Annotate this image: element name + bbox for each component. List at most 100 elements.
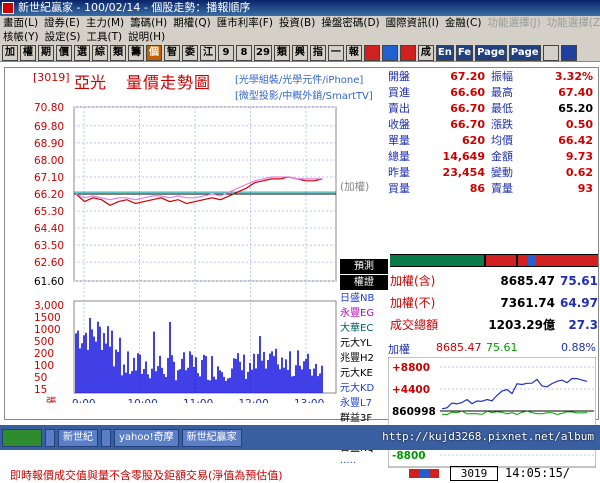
toolbar-button-10[interactable]: 委: [182, 45, 198, 61]
menu-item-10[interactable]: 功能選擇(J): [484, 16, 543, 30]
taskbar-item-4[interactable]: yahoo!奇摩: [114, 428, 179, 447]
menu-item-5[interactable]: 匯市利率(F): [214, 16, 276, 30]
volume-tick-label: 50: [34, 372, 47, 384]
volume-tick-label: 1500: [34, 312, 61, 324]
toolbar-button-19[interactable]: 報: [345, 45, 362, 61]
taskbar-item-2[interactable]: 新世紀: [58, 428, 98, 447]
toolbar-button-7[interactable]: 籌: [128, 45, 144, 61]
broker-item-4[interactable]: 大華EC: [340, 321, 388, 336]
weighted-label: 加權(不): [390, 296, 436, 310]
toolbar-button-9[interactable]: 智: [164, 45, 180, 61]
menu-item-r2-3[interactable]: 說明(H): [125, 30, 168, 44]
toolbar-button-8[interactable]: 個: [146, 45, 162, 61]
toolbar-button-27[interactable]: Page: [508, 45, 541, 61]
taskbar-item-0[interactable]: [2, 428, 42, 447]
quote-label: 賣出: [388, 102, 410, 115]
taskbar-item-3[interactable]: [101, 428, 111, 447]
toolbar-button-20[interactable]: [363, 45, 380, 61]
broker-item-2[interactable]: 日盛NB: [340, 291, 388, 306]
quote-value-2: 0.50: [565, 118, 593, 131]
toolbar-button-4[interactable]: 選: [74, 45, 90, 61]
broker-item-9[interactable]: 永豐L7: [340, 396, 388, 411]
menu-item-6[interactable]: 投資(B): [276, 16, 318, 30]
stock-code-input[interactable]: 3019: [450, 466, 498, 481]
toolbar-button-14[interactable]: 29: [254, 45, 272, 61]
time-tick-label: 10:00: [128, 398, 158, 403]
menu-item-4[interactable]: 期權(Q): [170, 16, 213, 30]
toolbar-button-22[interactable]: [399, 45, 416, 61]
mini-tick-label: -8800: [392, 450, 426, 462]
mini-tick-label: +4400: [392, 384, 430, 396]
menu-item-8[interactable]: 國際資訊(I): [383, 16, 442, 30]
quote-value: 66.60: [450, 86, 485, 99]
toolbar-button-15[interactable]: 類: [273, 45, 290, 61]
price-tick-label: 64.40: [34, 223, 64, 235]
toolbar-button-3[interactable]: 價: [56, 45, 72, 61]
menu-item-11[interactable]: 功能選擇(Z): [544, 16, 600, 30]
taskbar-item-1[interactable]: [45, 428, 55, 447]
toolbar-button-6[interactable]: 類: [110, 45, 126, 61]
weighted-row-1: 加權(不) 7361.74 64.97: [390, 292, 598, 314]
mini-change: 75.61: [486, 341, 518, 354]
mini-tick-label: +8800: [392, 362, 430, 374]
toolbar-button-0[interactable]: 加: [2, 45, 18, 61]
quote-label: 開盤: [388, 70, 410, 83]
menu-item-3[interactable]: 籌碼(H): [127, 16, 170, 30]
quote-panel: 開盤 67.20 振幅 3.32% 買進 66.60 最高 67.40 賣出 66.70 最低 65.…: [388, 69, 596, 197]
price-tick-label: 70.80: [34, 102, 64, 114]
price-tick-label: 69.80: [34, 121, 64, 133]
weighted-index-mini-chart[interactable]: 加權 8685.47 75.61 0.88% +8800 +4400 860998 -…: [388, 341, 596, 481]
quote-value-2: 9.73: [565, 150, 593, 163]
toolbar-button-23[interactable]: 成: [417, 45, 434, 61]
weighted-change: 75.61: [560, 274, 598, 288]
menu-item-9[interactable]: 金融(C): [442, 16, 485, 30]
toolbar-button-13[interactable]: 8: [236, 45, 252, 61]
broker-item-3[interactable]: 永豐EG: [340, 306, 388, 321]
menu-item-0[interactable]: 畫面(L): [0, 16, 41, 30]
toolbar-button-18[interactable]: 一: [327, 45, 344, 61]
broker-item-10[interactable]: 群益3F: [340, 411, 388, 426]
toolbar-button-16[interactable]: 興: [291, 45, 308, 61]
watermark: http://kujd3268.pixnet.net/album: [382, 430, 594, 443]
toolbar-button-26[interactable]: Page: [475, 45, 507, 61]
menu-item-7[interactable]: 操盤密碼(D): [318, 16, 382, 30]
toolbar-button-2[interactable]: 期: [38, 45, 54, 61]
quote-value-2: 65.20: [558, 102, 593, 115]
menu-item-r2-1[interactable]: 設定(S): [42, 30, 84, 44]
broker-item-0[interactable]: 預測: [340, 259, 388, 274]
broker-item-6[interactable]: 兆豐H2: [340, 351, 388, 366]
volume-tick-label: 500: [34, 336, 54, 348]
menu-item-r2-0[interactable]: 核帳(Y): [0, 30, 42, 44]
menu-item-1[interactable]: 證券(E): [41, 16, 83, 30]
volume-tick-label: 3,000: [34, 300, 64, 312]
toolbar-button-17[interactable]: 指: [309, 45, 326, 61]
price-volume-chart[interactable]: 70.80 69.80 68.90 68.00 67.10 66.20 65.30 64.40…: [0, 63, 390, 403]
volume-tick-label: 100: [34, 360, 54, 372]
toolbar-button-28[interactable]: [542, 45, 559, 61]
toolbar-button-12[interactable]: 9: [218, 45, 234, 61]
broker-item-13[interactable]: ·····: [340, 456, 388, 471]
window-titlebar[interactable]: 新世紀贏家 - 100/02/14 - 個股走勢：播報順序: [0, 0, 600, 16]
weighted-label: 成交總額: [390, 318, 439, 332]
quote-label: 收盤: [388, 118, 410, 131]
toolbar-button-29[interactable]: [560, 45, 577, 61]
toolbar-button-25[interactable]: Fe: [455, 45, 474, 61]
menu-item-2[interactable]: 主力(M): [83, 16, 127, 30]
time-tick-label: 12:00: [239, 398, 269, 403]
volume-tick-label: 200: [34, 348, 54, 360]
menu-item-r2-2[interactable]: 工具(T): [83, 30, 125, 44]
toolbar-button-1[interactable]: 權: [20, 45, 36, 61]
quote-value: 620: [462, 134, 485, 147]
toolbar-button-24[interactable]: En: [435, 45, 454, 61]
toolbar-button-11[interactable]: 江: [200, 45, 216, 61]
quote-row-1: 買進 66.60 最高 67.40: [388, 85, 596, 101]
broker-item-5[interactable]: 元大YL: [340, 336, 388, 351]
weighted-value: 1203.29億: [488, 318, 555, 332]
broker-item-7[interactable]: 元大KE: [340, 366, 388, 381]
quote-row-6: 昨量 23,454 變動 0.62: [388, 165, 596, 181]
toolbar-button-5[interactable]: 綜: [92, 45, 108, 61]
taskbar-item-5[interactable]: 新世紀贏家: [181, 428, 242, 447]
broker-item-1[interactable]: 權證: [340, 275, 388, 290]
toolbar-button-21[interactable]: [381, 45, 398, 61]
broker-item-8[interactable]: 元大KD: [340, 381, 388, 396]
